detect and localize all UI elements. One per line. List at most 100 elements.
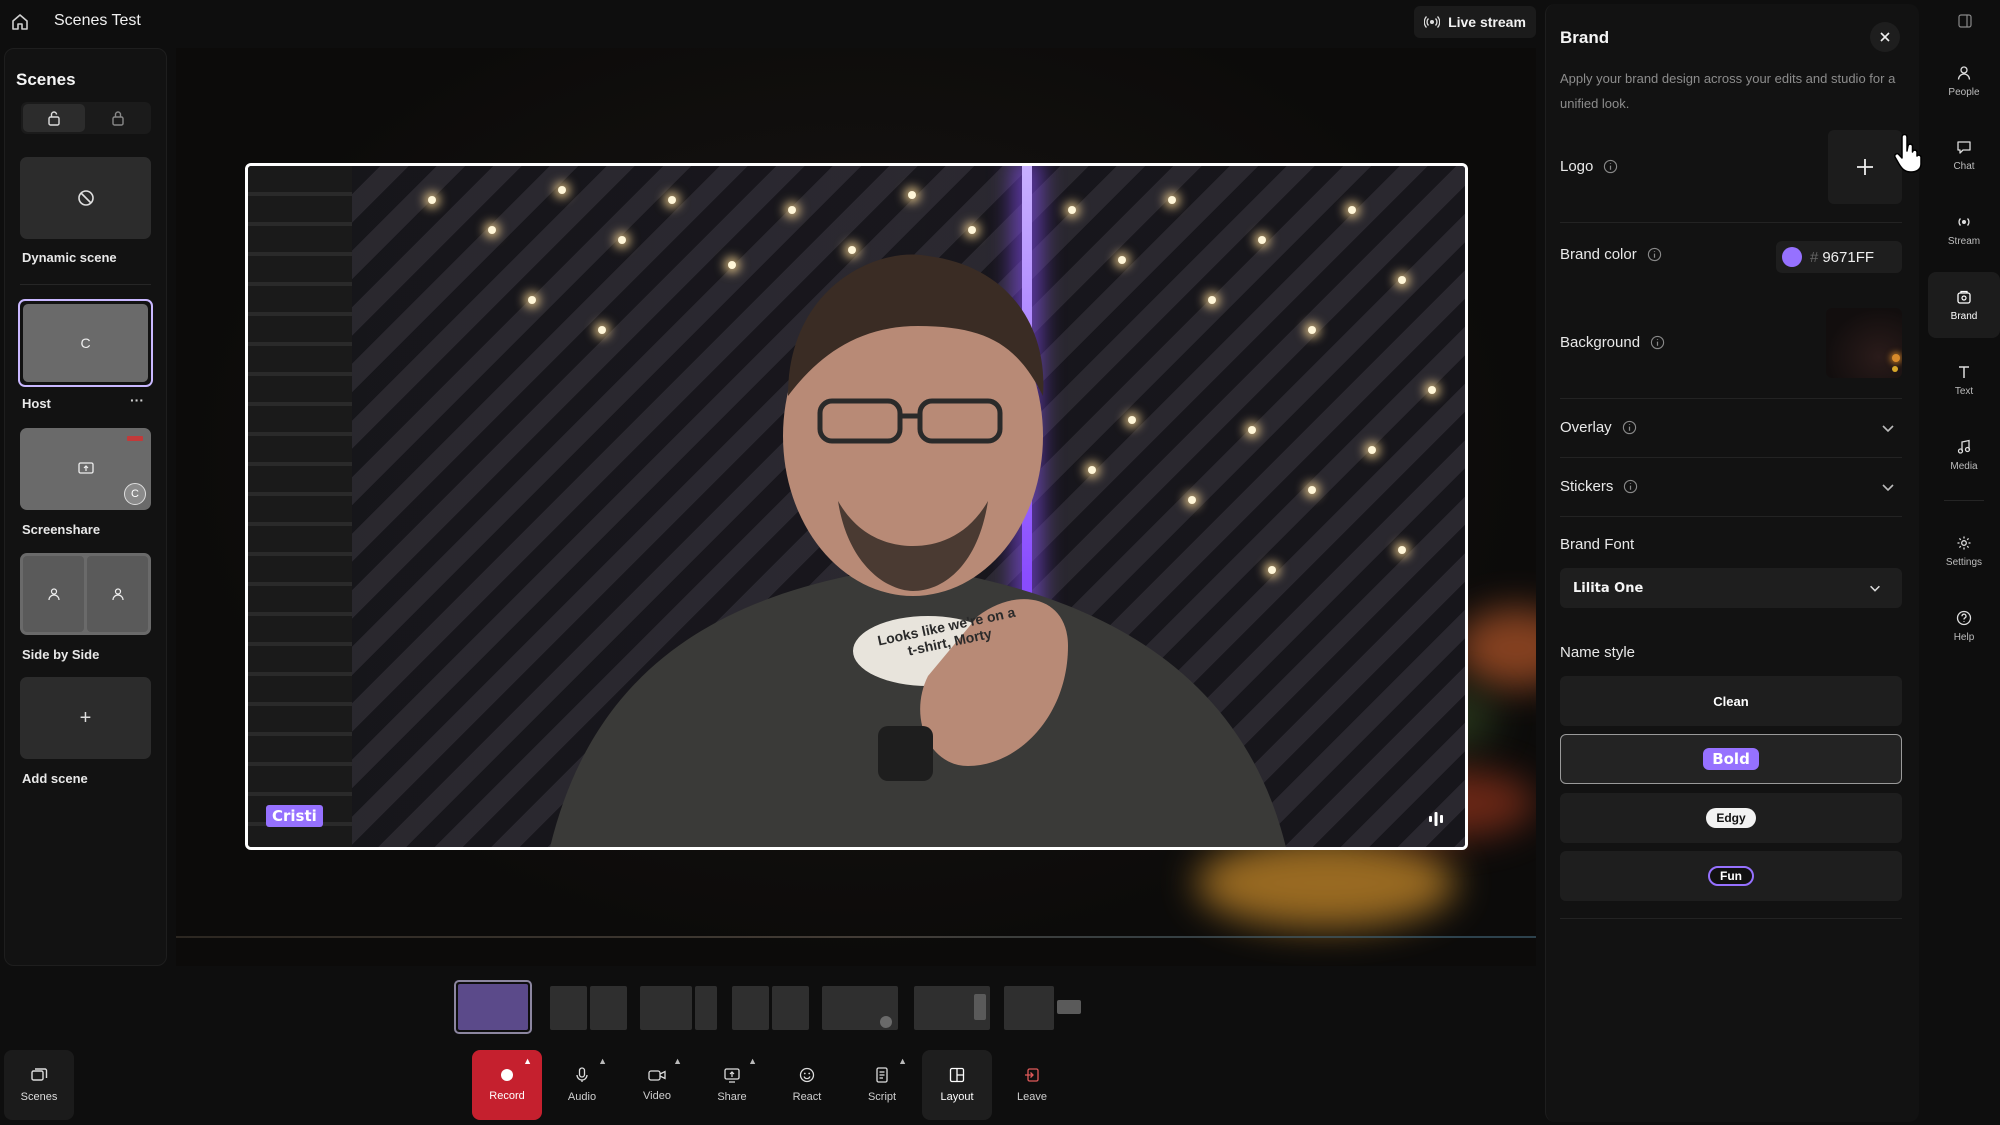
- scene-thumb-host[interactable]: C: [18, 299, 153, 387]
- layout-sidebar[interactable]: [914, 980, 992, 1034]
- brand-color-label: Brand color: [1560, 246, 1637, 263]
- background-label: Background: [1560, 334, 1641, 351]
- microphone-icon: [576, 1067, 588, 1082]
- brand-color-row: Brand color: [1560, 246, 1662, 263]
- caret-up-icon[interactable]: ▲: [748, 1056, 757, 1066]
- rail-divider: [1944, 500, 1984, 501]
- panel-divider: [1560, 398, 1902, 399]
- scene-divider: [20, 284, 151, 285]
- right-rail: People Chat Stream Brand Text Media Sett…: [1928, 0, 2000, 1125]
- broadcast-icon: [1424, 16, 1441, 28]
- info-icon[interactable]: [1603, 159, 1618, 174]
- add-scene-button[interactable]: +: [20, 677, 151, 759]
- scene-label-screenshare: Screenshare: [22, 522, 101, 537]
- overlay-row[interactable]: Overlay: [1560, 419, 1637, 436]
- audio-level-icon: [1427, 811, 1445, 827]
- leave-button[interactable]: Leave: [997, 1050, 1067, 1120]
- collapse-panel-icon[interactable]: [1958, 14, 1972, 28]
- rail-brand[interactable]: Brand: [1928, 272, 2000, 338]
- react-button[interactable]: React: [772, 1050, 842, 1120]
- rail-help[interactable]: Help: [1928, 593, 2000, 659]
- brand-description: Apply your brand design across your edit…: [1560, 71, 1896, 111]
- rail-help-label: Help: [1953, 631, 1975, 643]
- layout-bottom-strip[interactable]: [1004, 980, 1082, 1034]
- layout-preview: [458, 984, 528, 1030]
- name-style-bold-label: Bold: [1703, 748, 1759, 770]
- scene-more-icon[interactable]: ···: [130, 392, 144, 408]
- layout-pip[interactable]: [822, 980, 900, 1034]
- rail-chat-label: Chat: [1953, 160, 1975, 172]
- caret-up-icon[interactable]: ▲: [523, 1056, 532, 1066]
- scene-lock-toggle[interactable]: [21, 102, 151, 134]
- rail-text-label: Text: [1954, 385, 1974, 397]
- unlock-option[interactable]: [23, 104, 85, 132]
- layout-button[interactable]: Layout: [922, 1050, 992, 1120]
- person-icon: [111, 588, 124, 601]
- foam-wall-left: [248, 166, 352, 847]
- bokeh-spot: [1892, 354, 1900, 362]
- audio-label: Audio: [567, 1091, 597, 1103]
- name-style-fun[interactable]: Fun: [1560, 851, 1902, 901]
- background-thumbnail[interactable]: [1826, 308, 1902, 378]
- add-logo-button[interactable]: [1828, 130, 1902, 204]
- caret-up-icon[interactable]: ▲: [673, 1056, 682, 1066]
- layout-split-2[interactable]: [550, 980, 628, 1034]
- home-icon[interactable]: [10, 12, 30, 32]
- info-icon[interactable]: [1622, 420, 1637, 435]
- close-brand-button[interactable]: [1870, 22, 1900, 52]
- scenes-tab-button[interactable]: Scenes: [4, 1050, 74, 1120]
- name-style-clean[interactable]: Clean: [1560, 676, 1902, 726]
- rail-people[interactable]: People: [1928, 48, 2000, 114]
- brand-color-input[interactable]: # 9671FF: [1776, 241, 1902, 273]
- brand-color-swatch[interactable]: [1782, 247, 1802, 267]
- rail-brand-label: Brand: [1950, 310, 1978, 322]
- scene-thumb-screenshare[interactable]: C: [20, 428, 151, 510]
- scene-label-side-by-side: Side by Side: [22, 647, 100, 662]
- info-icon[interactable]: [1623, 479, 1638, 494]
- brand-color-value: 9671FF: [1822, 248, 1875, 266]
- layout-split-equal[interactable]: [732, 980, 810, 1034]
- rail-chat[interactable]: Chat: [1928, 122, 2000, 188]
- audio-button[interactable]: ▲ Audio: [547, 1050, 617, 1120]
- gear-icon: [1957, 536, 1971, 549]
- react-label: React: [792, 1091, 822, 1103]
- chevron-down-icon[interactable]: [1880, 479, 1896, 495]
- record-button[interactable]: ▲ Record: [472, 1050, 542, 1120]
- project-title: Scenes Test: [54, 12, 141, 29]
- info-icon[interactable]: [1647, 247, 1662, 262]
- layout-split-wide[interactable]: [640, 980, 718, 1034]
- live-stream-button[interactable]: Live stream: [1414, 6, 1536, 38]
- rec-badge: [127, 436, 143, 441]
- video-button[interactable]: ▲ Video: [622, 1050, 692, 1120]
- caret-up-icon[interactable]: ▲: [598, 1056, 607, 1066]
- info-icon[interactable]: [1650, 335, 1665, 350]
- music-note-icon: [1957, 439, 1971, 454]
- caret-up-icon[interactable]: ▲: [898, 1056, 907, 1066]
- script-button[interactable]: ▲ Script: [847, 1050, 917, 1120]
- overlay-label: Overlay: [1560, 419, 1612, 436]
- screenshare-icon: [77, 462, 94, 474]
- layout-solo[interactable]: [454, 980, 532, 1034]
- rail-stream[interactable]: Stream: [1928, 197, 2000, 263]
- rail-media[interactable]: Media: [1928, 422, 2000, 488]
- participant-video[interactable]: Looks like we're on a t-shirt, Morty Cri…: [245, 163, 1468, 850]
- script-label: Script: [867, 1091, 897, 1103]
- record-icon: [501, 1069, 513, 1081]
- rail-text[interactable]: Text: [1928, 347, 2000, 413]
- leave-label: Leave: [1017, 1091, 1047, 1103]
- lock-option[interactable]: [87, 104, 149, 132]
- scene-thumb-dynamic[interactable]: [20, 157, 151, 239]
- rail-settings[interactable]: Settings: [1928, 518, 2000, 584]
- name-style-edgy[interactable]: Edgy: [1560, 793, 1902, 843]
- name-style-bold[interactable]: Bold: [1560, 734, 1902, 784]
- help-icon: [1956, 610, 1972, 625]
- brand-font-select[interactable]: Lilita One: [1560, 568, 1902, 608]
- plus-icon: [1857, 159, 1873, 175]
- background-row: Background: [1560, 334, 1665, 351]
- stickers-row[interactable]: Stickers: [1560, 478, 1638, 495]
- scene-label-add: Add scene: [22, 771, 88, 786]
- chevron-down-icon[interactable]: [1880, 420, 1896, 436]
- scene-thumb-side-by-side[interactable]: [20, 553, 151, 635]
- share-button[interactable]: ▲ Share: [697, 1050, 767, 1120]
- participant-slot: [23, 556, 84, 632]
